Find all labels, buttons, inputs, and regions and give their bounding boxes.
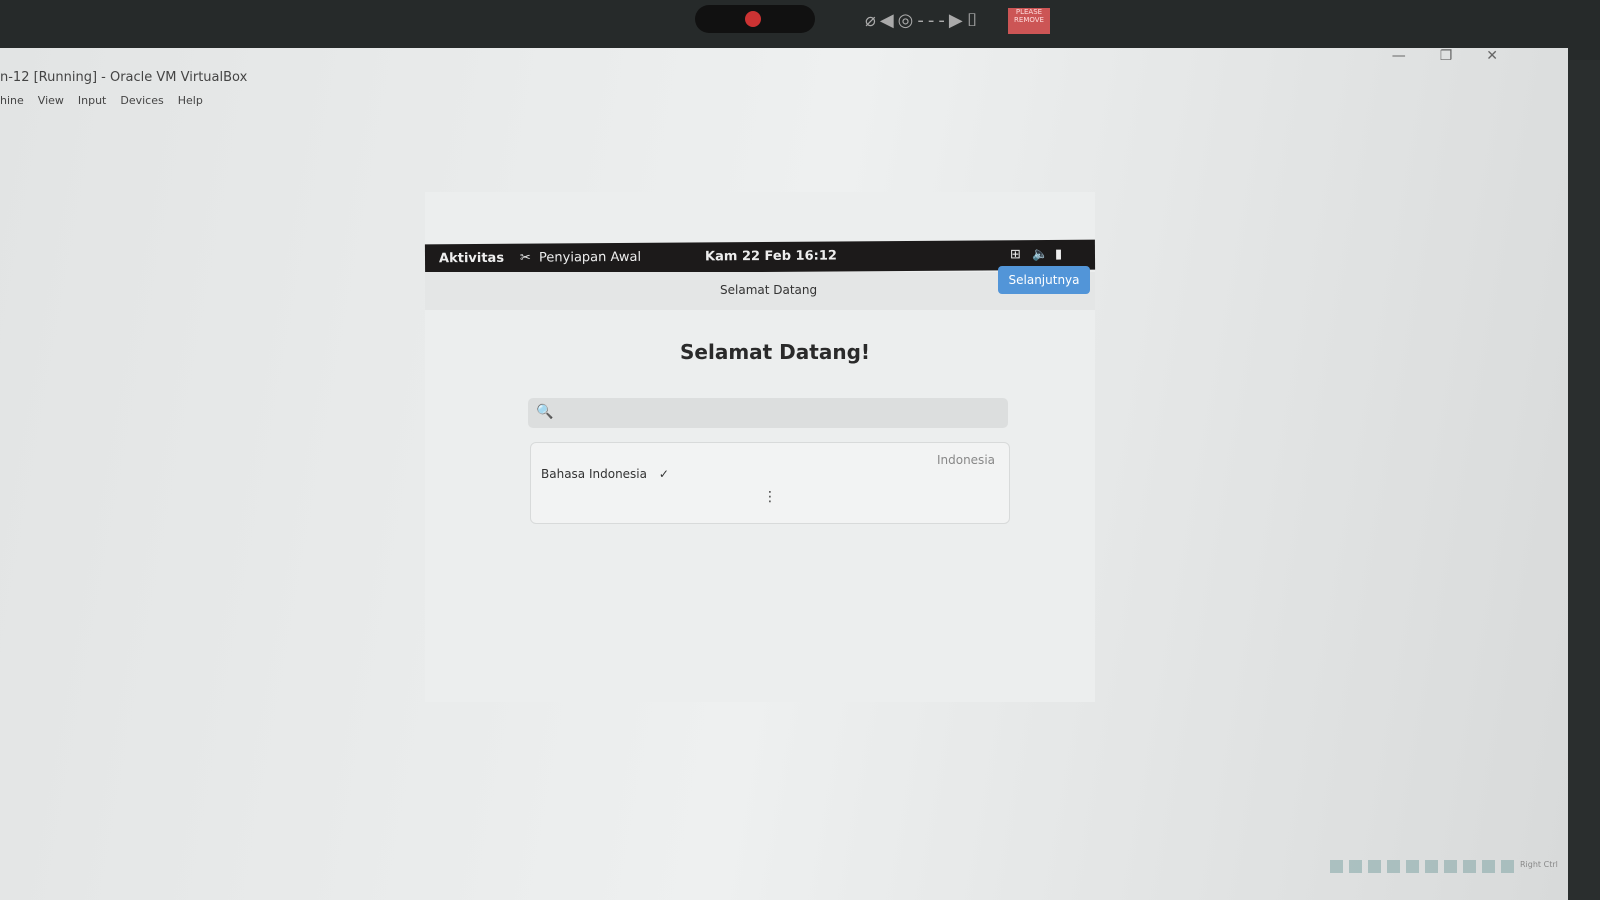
menu-machine[interactable]: hine [0,94,24,107]
optical-icon[interactable] [1349,860,1362,873]
app-menu[interactable]: Penyiapan Awal [539,250,641,266]
header-bar: Selamat Datang [425,272,1095,310]
language-region: Indonesia [936,453,995,467]
page-title: Selamat Datang! [680,340,871,364]
mouse-icon[interactable] [1501,860,1514,873]
camera-icons: ⌀◀◎‑‑‑▶⌷ [865,10,982,31]
window-title: n-12 [Running] - Oracle VM VirtualBox [0,70,248,85]
camera-badge: PLEASE REMOVE [1008,8,1050,34]
tools-icon: ✂ [519,250,531,266]
minimize-icon[interactable]: — [1392,48,1406,64]
more-languages-button[interactable]: ⋮ [763,489,777,505]
activities-button[interactable]: Aktivitas [439,251,504,266]
network-icon[interactable]: ⊞ [1010,247,1021,262]
recording-icon[interactable] [1463,860,1476,873]
check-icon: ✓ [658,467,669,481]
list-item[interactable]: Bahasa Indonesia ✓ [541,467,669,481]
audio-icon[interactable] [1368,860,1381,873]
next-button[interactable]: Selanjutnya [998,266,1090,294]
menu-view[interactable]: View [38,94,64,107]
host-key-label: Right Ctrl [1520,860,1558,869]
webcam [695,5,815,33]
menu-input[interactable]: Input [78,94,106,107]
close-icon[interactable]: ✕ [1486,48,1498,64]
display-icon[interactable] [1444,860,1457,873]
menu-bar: hine View Input Devices Help [0,94,203,107]
language-list: Bahasa Indonesia ✓ Indonesia ⋮ [530,442,1010,524]
network-icon[interactable] [1387,860,1400,873]
menu-help[interactable]: Help [178,94,203,107]
clock[interactable]: Kam 22 Feb 16:12 [705,248,837,264]
gnome-topbar: Aktivitas ✂ Penyiapan Awal Kam 22 Feb 16… [424,239,1096,275]
volume-icon[interactable]: 🔈 [1032,247,1048,262]
header-title: Selamat Datang [720,283,818,297]
cpu-icon[interactable] [1482,860,1495,873]
search-input[interactable] [528,398,1008,428]
shared-folder-icon[interactable] [1425,860,1438,873]
vbox-status-tray: Right Ctrl [1330,860,1558,873]
battery-icon[interactable]: ▮ [1055,247,1062,262]
menu-devices[interactable]: Devices [120,94,163,107]
disk-icon[interactable] [1330,860,1343,873]
search-icon: 🔍 [536,404,554,420]
restore-icon[interactable]: ❐ [1440,48,1453,64]
usb-icon[interactable] [1406,860,1419,873]
